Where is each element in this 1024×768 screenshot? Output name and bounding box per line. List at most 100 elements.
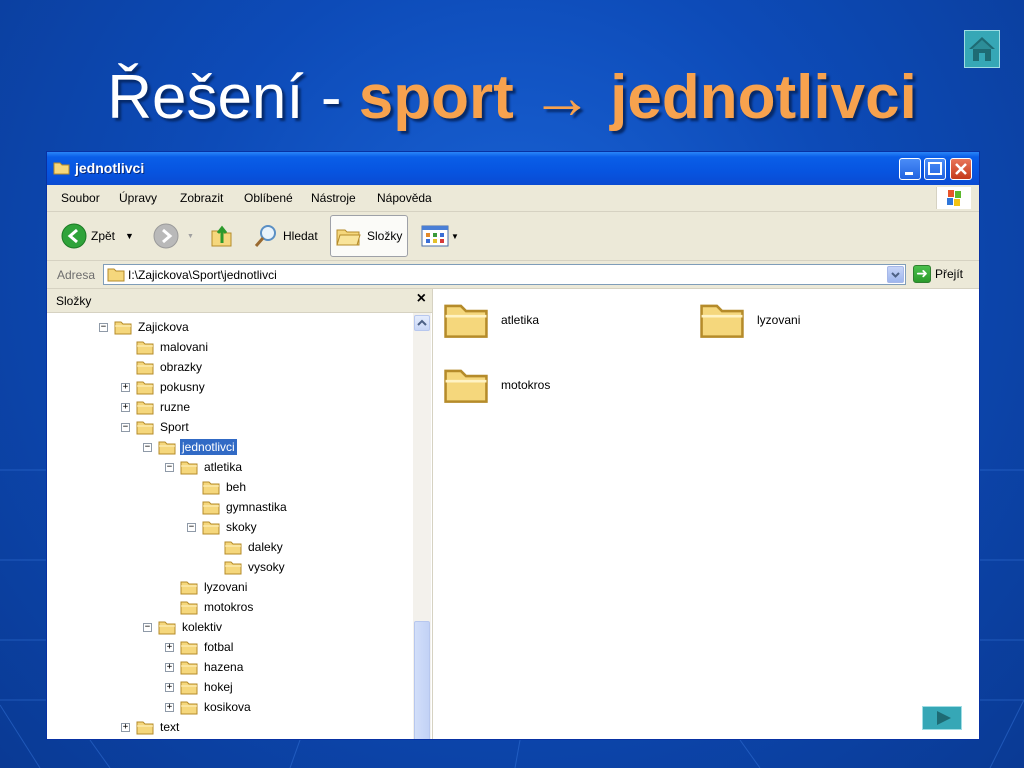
- go-button[interactable]: ➜ Přejít: [913, 265, 963, 283]
- collapse-icon[interactable]: −: [143, 442, 152, 452]
- views-dropdown-icon[interactable]: ▼: [451, 232, 459, 241]
- menu-oblibene[interactable]: Oblíbené: [244, 191, 293, 205]
- tree-item-jednotlivci[interactable]: − jednotlivci: [143, 437, 237, 457]
- minimize-button[interactable]: [899, 158, 921, 180]
- tree-item-atletika[interactable]: − atletika: [165, 457, 244, 477]
- tree-item-lyzovani[interactable]: lyzovani: [165, 577, 249, 597]
- menu-upravy[interactable]: Úpravy: [119, 191, 157, 205]
- folder-icon: [180, 600, 198, 615]
- up-folder-button[interactable]: [209, 212, 235, 260]
- tree-item-label: hazena: [204, 660, 244, 674]
- folders-button[interactable]: Složky: [330, 215, 408, 257]
- folders-pane: Složky × − Zajickova malovani obrazky + pokus…: [47, 289, 433, 739]
- address-bar: Adresa I:\Zajickova\Sport\jednotlivci ➜ …: [47, 261, 979, 289]
- address-label: Adresa: [57, 268, 96, 282]
- scroll-thumb[interactable]: [414, 621, 430, 739]
- tree-item-pokusny[interactable]: + pokusny: [121, 377, 207, 397]
- back-dropdown-icon[interactable]: ▼: [125, 231, 134, 241]
- tree-item-sport[interactable]: − Sport: [121, 417, 191, 437]
- home-button[interactable]: [964, 30, 1000, 68]
- tree-item-hokej[interactable]: + hokej: [165, 677, 235, 697]
- expand-icon[interactable]: +: [165, 662, 174, 672]
- search-label: Hledat: [283, 229, 318, 243]
- window-titlebar[interactable]: jednotlivci: [47, 152, 979, 185]
- tree-item-label: motokros: [204, 600, 254, 614]
- folders-pane-close-icon[interactable]: ×: [417, 290, 426, 308]
- folder-icon: [114, 320, 132, 335]
- back-label: Zpět: [91, 229, 116, 243]
- views-icon: [421, 225, 449, 247]
- explorer-window: jednotlivci Soubor Úpravy Zobrazit Oblíb…: [46, 151, 980, 740]
- menu-soubor[interactable]: Soubor: [61, 191, 100, 205]
- folder-icon: [136, 380, 154, 395]
- folder-icon: [158, 440, 176, 455]
- tree-item-ruzne[interactable]: + ruzne: [121, 397, 192, 417]
- tree-item-kolektiv[interactable]: − kolektiv: [143, 617, 224, 637]
- tree-item-label: gymnastika: [226, 500, 287, 514]
- tree-item-malovani[interactable]: malovani: [121, 337, 210, 357]
- tree-item-gymnastika[interactable]: gymnastika: [187, 497, 289, 517]
- slide-title: Řešení - sport → jednotlivci: [0, 60, 1024, 136]
- up-folder-icon: [211, 225, 232, 247]
- tree-item-motokros[interactable]: motokros: [165, 597, 255, 617]
- views-button[interactable]: ▼: [421, 212, 459, 260]
- maximize-icon: [928, 162, 942, 175]
- folder-item-motokros[interactable]: motokros: [443, 364, 550, 406]
- slide-title-highlight: sport → jednotlivci: [358, 63, 917, 132]
- folder-icon: [136, 420, 154, 435]
- collapse-icon[interactable]: −: [165, 462, 174, 472]
- menu-zobrazit[interactable]: Zobrazit: [180, 191, 223, 205]
- folder-item-label: atletika: [501, 313, 540, 327]
- collapse-icon[interactable]: −: [121, 422, 130, 432]
- tree-item-hazena[interactable]: + hazena: [165, 657, 245, 677]
- search-button[interactable]: Hledat: [253, 212, 318, 260]
- tree-item-kosikova[interactable]: + kosikova: [165, 697, 253, 717]
- expand-icon[interactable]: +: [165, 702, 174, 712]
- folders-icon: [336, 229, 361, 246]
- tree-item-label: skoky: [226, 520, 257, 534]
- tree-item-label: lyzovani: [204, 580, 248, 594]
- forward-button[interactable]: ▼: [153, 212, 194, 260]
- expand-icon[interactable]: +: [165, 642, 174, 652]
- folder-icon: [180, 460, 198, 475]
- chevron-up-icon: [417, 319, 427, 326]
- tree-item-beh[interactable]: beh: [187, 477, 248, 497]
- tree-item-label: malovani: [160, 340, 209, 354]
- tree-item-daleky[interactable]: daleky: [209, 537, 285, 557]
- folder-item-atletika[interactable]: atletika: [443, 299, 539, 341]
- tree-item-text[interactable]: + text: [121, 717, 181, 737]
- tree-item-skoky[interactable]: − skoky: [187, 517, 259, 537]
- folder-item-lyzovani[interactable]: lyzovani: [699, 299, 800, 341]
- home-icon: [969, 37, 995, 61]
- collapse-icon[interactable]: −: [187, 522, 196, 532]
- tree-item-fotbal[interactable]: + fotbal: [165, 637, 235, 657]
- collapse-icon[interactable]: −: [143, 622, 152, 632]
- folder-item-label: lyzovani: [757, 313, 801, 327]
- forward-dropdown-icon[interactable]: ▼: [187, 233, 194, 240]
- scroll-up-button[interactable]: [414, 315, 430, 331]
- tree-item-obrazky[interactable]: obrazky: [121, 357, 204, 377]
- address-input[interactable]: I:\Zajickova\Sport\jednotlivci: [103, 264, 906, 285]
- close-button[interactable]: [950, 158, 972, 180]
- folder-tree-scrollbar[interactable]: [413, 313, 431, 739]
- maximize-button[interactable]: [924, 158, 946, 180]
- tree-item-label: obrazky: [160, 360, 203, 374]
- expand-icon[interactable]: +: [165, 682, 174, 692]
- folder-icon: [202, 520, 220, 535]
- chevron-down-icon: [891, 272, 900, 278]
- minimize-icon: [905, 172, 913, 175]
- folder-icon: [180, 700, 198, 715]
- tree-item-zajickova[interactable]: − Zajickova: [99, 317, 191, 337]
- address-dropdown-button[interactable]: [887, 266, 904, 283]
- expand-icon[interactable]: +: [121, 382, 130, 392]
- folder-icon: [158, 620, 176, 635]
- collapse-icon[interactable]: −: [99, 322, 108, 332]
- expand-icon[interactable]: +: [121, 402, 130, 412]
- folder-icon: [202, 500, 220, 515]
- menu-napoveda[interactable]: Nápověda: [377, 191, 432, 205]
- back-button[interactable]: Zpět ▼: [61, 212, 134, 260]
- expand-icon[interactable]: +: [121, 722, 130, 732]
- menu-nastroje[interactable]: Nástroje: [311, 191, 356, 205]
- tree-item-vysoky[interactable]: vysoky: [209, 557, 287, 577]
- next-slide-button[interactable]: [922, 706, 962, 730]
